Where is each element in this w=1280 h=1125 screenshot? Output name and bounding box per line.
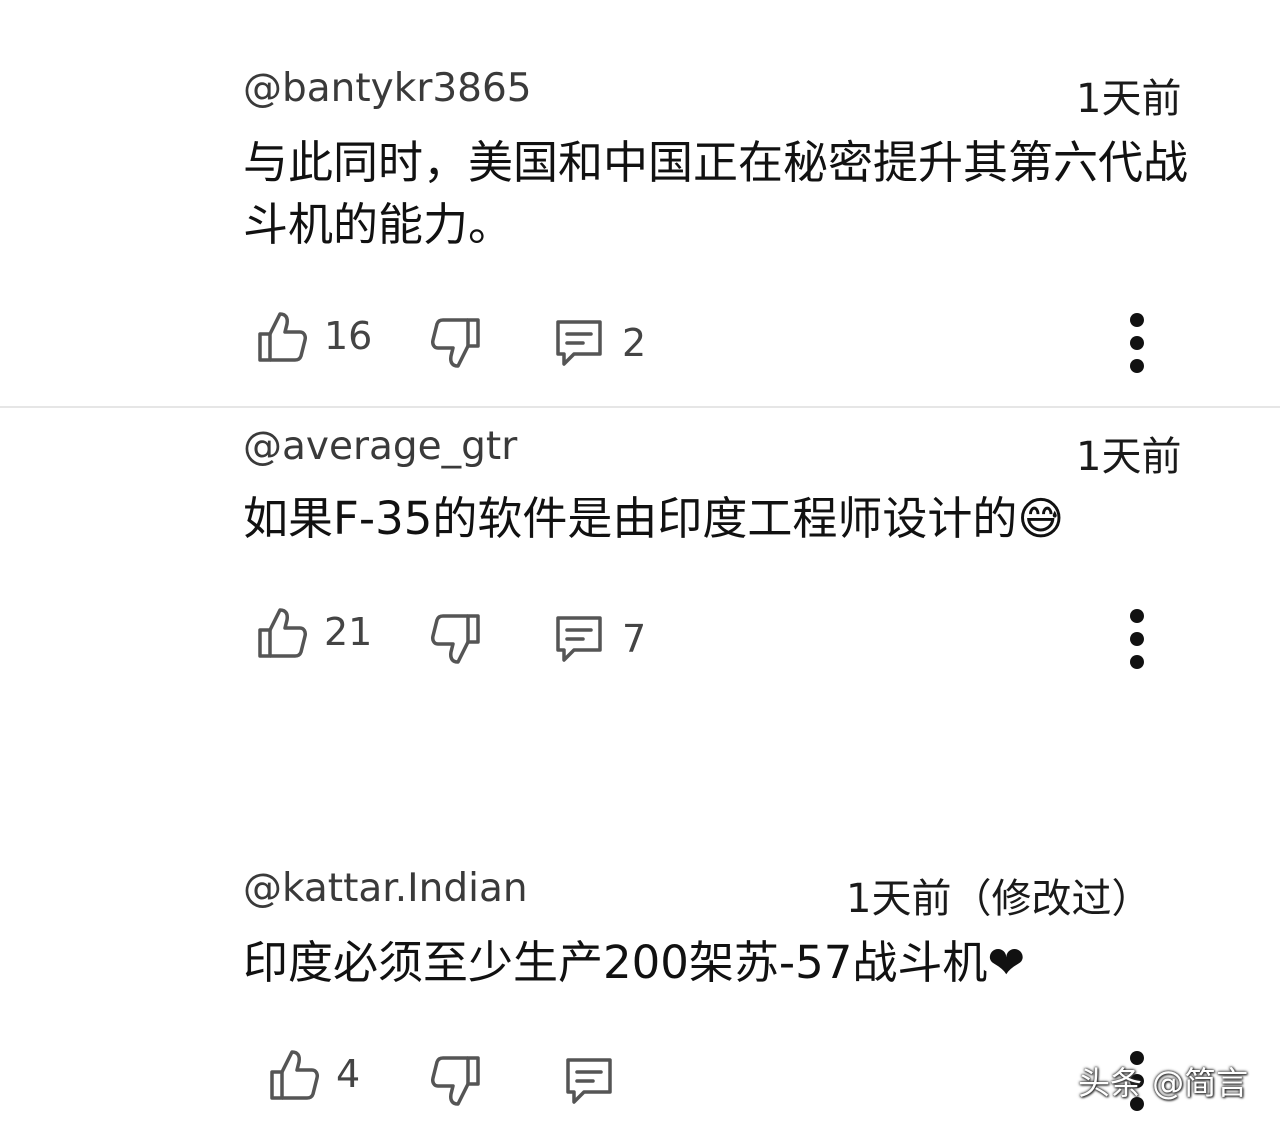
reply-count: 7 bbox=[622, 617, 647, 661]
dislike-button[interactable] bbox=[430, 1054, 482, 1110]
dislike-icon bbox=[431, 614, 480, 664]
like-icon bbox=[270, 1050, 319, 1100]
reply-icon bbox=[556, 320, 602, 366]
comment-text: 印度必须至少生产200架苏-57战斗机❤ bbox=[243, 936, 1026, 989]
like-count: 4 bbox=[336, 1052, 361, 1096]
reply-icon bbox=[556, 616, 602, 662]
dislike-icon bbox=[431, 1056, 480, 1106]
dislike-button[interactable] bbox=[430, 612, 482, 668]
watermark: 头条 @简言 bbox=[1078, 1064, 1249, 1102]
dislike-button[interactable] bbox=[430, 316, 482, 372]
like-icon bbox=[258, 312, 307, 362]
comment-timestamp: 1天前（修改过） bbox=[846, 876, 1152, 922]
comment-author[interactable]: @average_gtr bbox=[243, 424, 517, 469]
comment-actions: 16 2 bbox=[0, 302, 1280, 382]
reply-icon bbox=[566, 1058, 612, 1104]
reply-button[interactable]: 7 bbox=[552, 612, 646, 666]
like-button[interactable]: 4 bbox=[268, 1046, 360, 1102]
like-count: 21 bbox=[324, 610, 373, 654]
reply-button[interactable] bbox=[562, 1054, 632, 1108]
dislike-icon bbox=[431, 318, 480, 368]
reply-count: 2 bbox=[622, 321, 647, 365]
comment-author[interactable]: @kattar.Indian bbox=[243, 866, 528, 911]
comment-text: 如果F-35的软件是由印度工程师设计的😅 bbox=[243, 492, 1065, 545]
like-button[interactable]: 21 bbox=[256, 604, 372, 660]
more-vert-icon[interactable] bbox=[1122, 308, 1152, 378]
more-vert-icon[interactable] bbox=[1122, 604, 1152, 674]
comment-author[interactable]: @bantykr3865 bbox=[243, 66, 532, 111]
comment-actions: 21 7 bbox=[0, 598, 1280, 678]
like-button[interactable]: 16 bbox=[256, 308, 372, 364]
comment-text: 与此同时，美国和中国正在秘密提升其第六代战斗机的能力。 bbox=[243, 136, 1189, 251]
reply-button[interactable]: 2 bbox=[552, 316, 646, 370]
comment-divider bbox=[0, 406, 1280, 408]
like-count: 16 bbox=[324, 314, 373, 358]
comment-timestamp: 1天前 bbox=[1076, 434, 1182, 480]
like-icon bbox=[258, 608, 307, 658]
comment-timestamp: 1天前 bbox=[1076, 76, 1182, 122]
